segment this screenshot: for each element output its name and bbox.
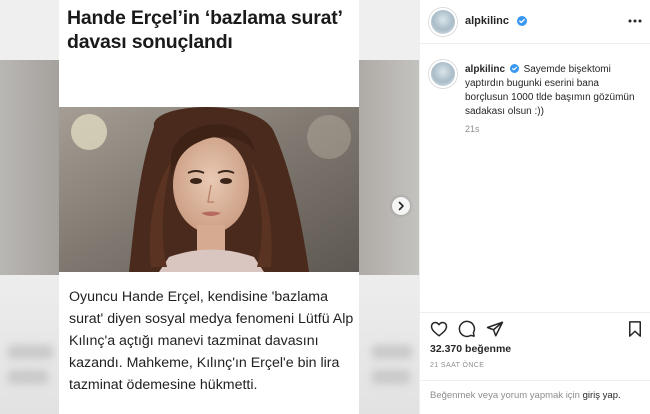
caption-avatar[interactable] bbox=[429, 60, 457, 88]
action-bar bbox=[420, 312, 650, 342]
verified-icon bbox=[509, 64, 519, 73]
portrait-illustration bbox=[59, 107, 359, 272]
blurred-text-fragment bbox=[372, 345, 412, 359]
post-side-panel: alpkilinc alpkilinc Sayemde bişektomi ya… bbox=[419, 0, 650, 414]
share-icon[interactable] bbox=[486, 320, 504, 338]
login-prompt-text: Beğenmek veya yorum yapmak için bbox=[430, 390, 580, 401]
bookmark-icon[interactable] bbox=[626, 320, 644, 338]
heart-icon[interactable] bbox=[430, 320, 448, 338]
post-header: alpkilinc bbox=[420, 0, 650, 44]
news-article-card: Hande Erçel’in ‘bazlama surat’ davası so… bbox=[59, 0, 359, 414]
caption-timestamp: 21s bbox=[465, 124, 480, 134]
article-body: Oyuncu Hande Erçel, kendisine 'bazlama s… bbox=[69, 289, 354, 393]
comment-icon[interactable] bbox=[458, 320, 476, 338]
caption-username[interactable]: alpkilinc bbox=[465, 64, 505, 75]
more-icon[interactable] bbox=[627, 15, 643, 27]
article-photo bbox=[59, 107, 359, 272]
login-link[interactable]: giriş yap. bbox=[583, 390, 621, 401]
next-slide-button[interactable] bbox=[392, 197, 410, 215]
avatar[interactable] bbox=[429, 8, 457, 36]
article-headline: Hande Erçel’in ‘bazlama surat’ davası so… bbox=[67, 7, 342, 53]
post-caption: alpkilinc Sayemde bişektomi yaptırdın bu… bbox=[465, 63, 643, 119]
like-count[interactable]: 32.370 beğenme bbox=[430, 343, 511, 355]
blurred-text-fragment bbox=[372, 370, 410, 384]
blurred-text-fragment bbox=[8, 345, 53, 359]
chevron-right-icon bbox=[398, 201, 404, 211]
post-media: Hande Erçel’in ‘bazlama surat’ davası so… bbox=[0, 0, 419, 414]
blurred-text-fragment bbox=[8, 370, 48, 384]
post-timestamp: 21 SAAT ÖNCE bbox=[430, 362, 485, 369]
header-username[interactable]: alpkilinc bbox=[465, 15, 509, 27]
verified-icon bbox=[517, 16, 527, 26]
login-prompt: Beğenmek veya yorum yapmak için giriş ya… bbox=[420, 380, 650, 414]
